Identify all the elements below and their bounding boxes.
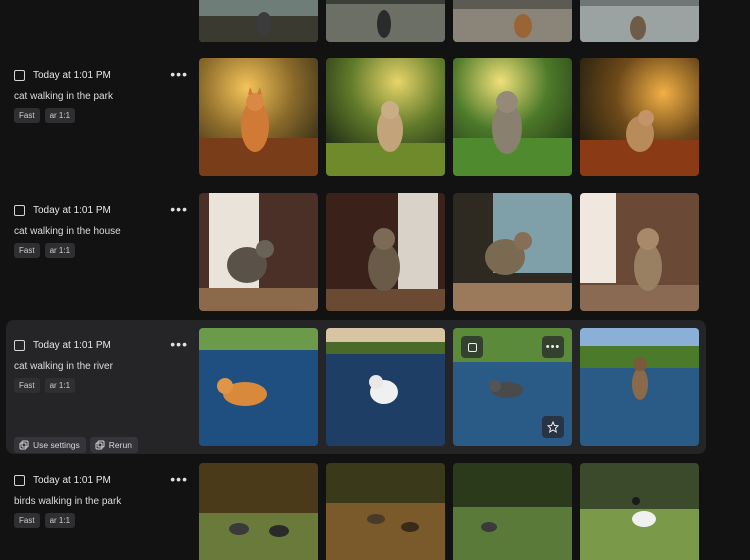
tag-speed: Fast — [14, 243, 40, 258]
tag-aspect-ratio: ar 1:1 — [44, 513, 76, 528]
generation-row-top-partial — [6, 0, 706, 42]
generated-image[interactable] — [326, 0, 445, 42]
generation-row: Today at 1:01 PM ••• cat walking in the … — [6, 193, 706, 313]
select-image-button[interactable] — [461, 336, 483, 358]
tag-speed: Fast — [14, 513, 40, 528]
generation-row: Today at 1:01 PM ••• birds walking in th… — [6, 463, 706, 560]
timestamp: Today at 1:01 PM — [33, 340, 111, 351]
favorite-button[interactable] — [542, 416, 564, 438]
generated-image[interactable] — [580, 463, 699, 560]
image-grid — [199, 193, 699, 311]
generated-image[interactable] — [580, 328, 699, 446]
checkbox-icon[interactable] — [14, 70, 25, 81]
image-river-3 — [453, 0, 572, 42]
checkbox-icon[interactable] — [14, 340, 25, 351]
select-square-icon — [467, 342, 477, 352]
generated-image[interactable] — [199, 193, 318, 311]
more-horizontal-icon[interactable]: ••• — [170, 472, 188, 486]
prompt-text: birds walking in the park — [14, 496, 122, 507]
generated-image[interactable] — [580, 0, 699, 42]
timestamp: Today at 1:01 PM — [33, 475, 111, 486]
generated-image[interactable] — [199, 0, 318, 42]
image-birds-park-1 — [199, 463, 318, 560]
image-cat-park-4 — [580, 58, 699, 176]
use-settings-button[interactable]: Use settings — [14, 437, 86, 453]
image-grid — [199, 0, 699, 42]
image-cat-river-1 — [199, 328, 318, 446]
timestamp: Today at 1:01 PM — [33, 70, 111, 81]
generated-image[interactable] — [580, 193, 699, 311]
more-horizontal-icon[interactable]: ••• — [542, 336, 564, 358]
prompt-text: cat walking in the house — [14, 226, 121, 237]
star-icon — [547, 421, 559, 433]
tag-aspect-ratio: ar 1:1 — [44, 108, 76, 123]
image-birds-park-4 — [580, 463, 699, 560]
generated-image[interactable] — [326, 193, 445, 311]
image-cat-river-4 — [580, 328, 699, 446]
image-cat-park-2 — [326, 58, 445, 176]
more-horizontal-icon[interactable]: ••• — [170, 202, 188, 216]
tag-aspect-ratio: ar 1:1 — [44, 378, 76, 393]
generated-image[interactable] — [453, 0, 572, 42]
rerun-label: Rerun — [108, 440, 132, 450]
image-cat-house-3 — [453, 193, 572, 311]
prompt-text: cat walking in the park — [14, 91, 113, 102]
use-settings-label: Use settings — [33, 440, 80, 450]
image-grid — [199, 58, 699, 176]
generated-image[interactable] — [453, 193, 572, 311]
generated-image[interactable]: ••• — [453, 328, 572, 446]
image-cat-park-3 — [453, 58, 572, 176]
image-grid — [199, 463, 699, 560]
tag-speed: Fast — [14, 108, 40, 123]
generated-image[interactable] — [326, 328, 445, 446]
more-horizontal-icon[interactable]: ••• — [170, 337, 188, 351]
tag-aspect-ratio: ar 1:1 — [44, 243, 76, 258]
image-river-2 — [326, 0, 445, 42]
image-cat-house-4 — [580, 193, 699, 311]
image-cat-house-1 — [199, 193, 318, 311]
image-river-1 — [199, 0, 318, 42]
generated-image[interactable] — [453, 463, 572, 560]
generated-image[interactable] — [199, 463, 318, 560]
checkbox-icon[interactable] — [14, 205, 25, 216]
image-river-4 — [580, 0, 699, 42]
generated-image[interactable] — [199, 328, 318, 446]
copy-settings-icon — [19, 440, 29, 450]
generated-image[interactable] — [199, 58, 318, 176]
image-birds-park-2 — [326, 463, 445, 560]
generated-image[interactable] — [453, 58, 572, 176]
generated-image[interactable] — [580, 58, 699, 176]
generation-row: Today at 1:01 PM ••• cat walking in the … — [6, 58, 706, 178]
generated-image[interactable] — [326, 463, 445, 560]
more-horizontal-icon[interactable]: ••• — [170, 67, 188, 81]
timestamp: Today at 1:01 PM — [33, 205, 111, 216]
rerun-icon — [95, 440, 105, 450]
image-grid: ••• — [199, 328, 699, 446]
image-cat-park-1 — [199, 58, 318, 176]
generation-row-selected[interactable]: Today at 1:01 PM ••• cat walking in the … — [6, 320, 706, 454]
tag-speed: Fast — [14, 378, 40, 393]
image-birds-park-3 — [453, 463, 572, 560]
prompt-text: cat walking in the river — [14, 361, 113, 372]
rerun-button[interactable]: Rerun — [89, 437, 138, 453]
image-cat-river-2 — [326, 328, 445, 446]
checkbox-icon[interactable] — [14, 475, 25, 486]
generated-image[interactable] — [326, 58, 445, 176]
image-cat-house-2 — [326, 193, 445, 311]
